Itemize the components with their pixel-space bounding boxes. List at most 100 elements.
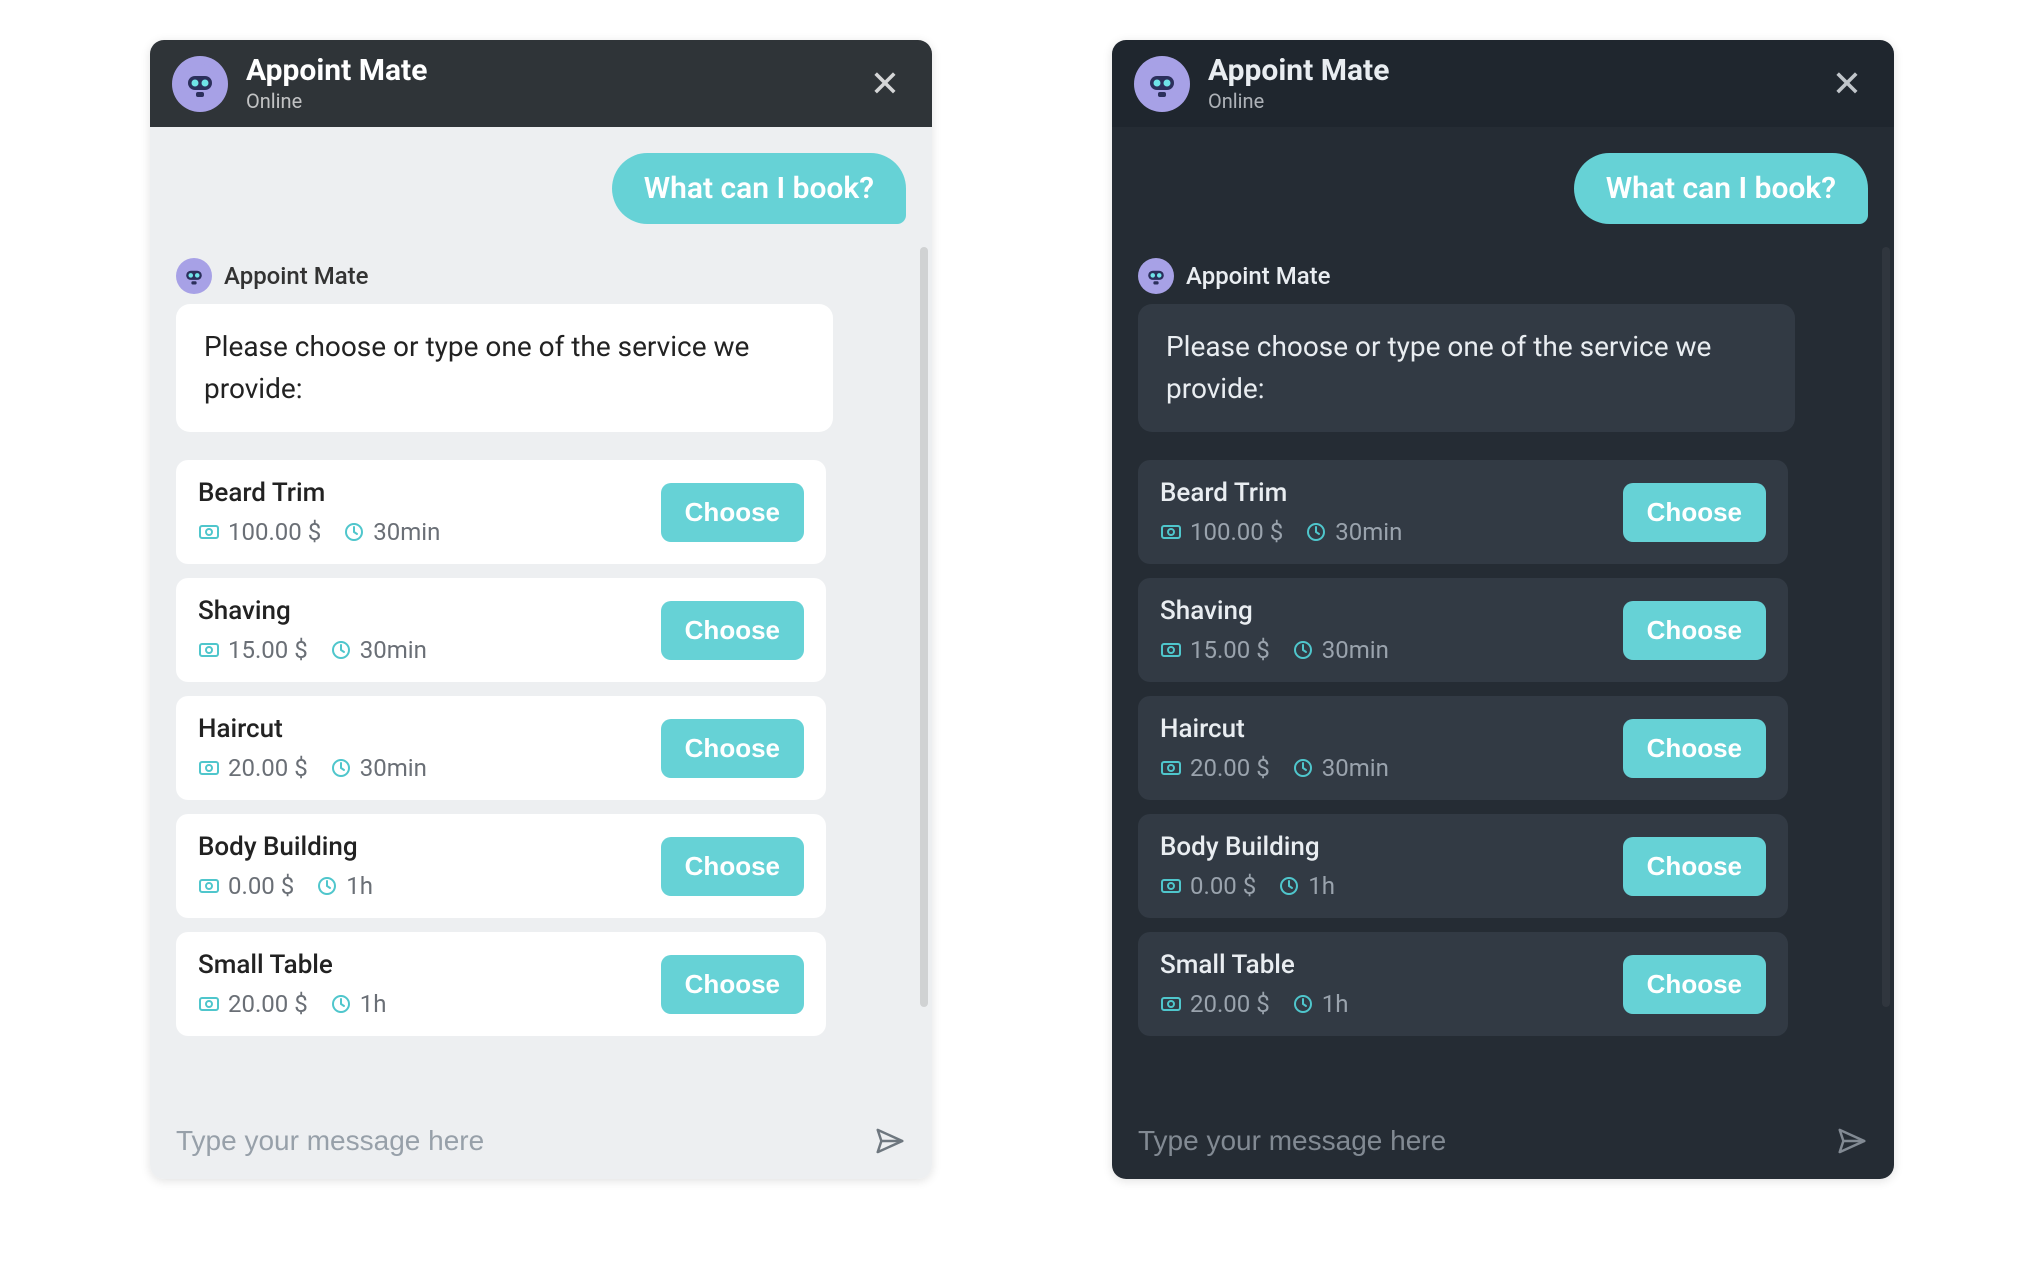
bot-name-label: Appoint Mate <box>224 262 369 290</box>
service-info: Haircut 20.00 $ 30min <box>1160 714 1623 782</box>
service-meta: 20.00 $ 30min <box>198 754 661 782</box>
message-input[interactable] <box>1138 1125 1820 1157</box>
clock-icon <box>1292 639 1314 661</box>
price-icon <box>1160 521 1182 543</box>
scrollbar[interactable] <box>1882 247 1890 1007</box>
clock-icon <box>343 521 365 543</box>
service-name: Haircut <box>1160 714 1623 744</box>
clock-icon <box>330 993 352 1015</box>
service-price: 15.00 $ <box>228 636 308 664</box>
service-card: Small Table 20.00 $ 1h Choose <box>176 932 826 1036</box>
service-info: Beard Trim 100.00 $ 30min <box>198 478 661 546</box>
service-list: Beard Trim 100.00 $ 30min Choose Shaving… <box>1138 460 1788 1036</box>
service-info: Haircut 20.00 $ 30min <box>198 714 661 782</box>
price-icon <box>198 993 220 1015</box>
service-info: Beard Trim 100.00 $ 30min <box>1160 478 1623 546</box>
chat-title: Appoint Mate <box>1208 54 1389 87</box>
price-icon <box>198 875 220 897</box>
close-icon[interactable]: ✕ <box>860 62 910 106</box>
clock-icon <box>316 875 338 897</box>
choose-button[interactable]: Choose <box>1623 601 1766 660</box>
send-icon[interactable] <box>874 1127 906 1155</box>
service-duration: 30min <box>373 518 440 546</box>
chat-footer <box>150 1107 932 1179</box>
service-name: Small Table <box>198 950 661 980</box>
service-price: 0.00 $ <box>1190 872 1256 900</box>
service-card: Beard Trim 100.00 $ 30min Choose <box>1138 460 1788 564</box>
service-meta: 0.00 $ 1h <box>1160 872 1623 900</box>
bot-message-bubble: Please choose or type one of the service… <box>176 304 833 432</box>
clock-icon <box>1292 993 1314 1015</box>
chat-body: What can I book? Appoint Mate Please cho… <box>1112 127 1894 1107</box>
scrollbar[interactable] <box>920 247 928 1007</box>
clock-icon <box>1292 757 1314 779</box>
bot-message-bubble: Please choose or type one of the service… <box>1138 304 1795 432</box>
price-icon <box>1160 875 1182 897</box>
service-name: Small Table <box>1160 950 1623 980</box>
choose-button[interactable]: Choose <box>661 601 804 660</box>
service-card: Body Building 0.00 $ 1h Choose <box>1138 814 1788 918</box>
service-meta: 100.00 $ 30min <box>1160 518 1623 546</box>
service-info: Shaving 15.00 $ 30min <box>1160 596 1623 664</box>
service-card: Shaving 15.00 $ 30min Choose <box>176 578 826 682</box>
bot-label-row: Appoint Mate <box>1138 258 1868 294</box>
chat-title: Appoint Mate <box>246 54 427 87</box>
bot-label-row: Appoint Mate <box>176 258 906 294</box>
chat-status: Online <box>246 89 427 113</box>
header-text: Appoint Mate Online <box>1208 54 1389 113</box>
chat-status: Online <box>1208 89 1389 113</box>
bot-avatar-small <box>1138 258 1174 294</box>
bot-avatar <box>1134 56 1190 112</box>
choose-button[interactable]: Choose <box>1623 837 1766 896</box>
service-duration: 1h <box>1308 872 1335 900</box>
service-price: 100.00 $ <box>228 518 321 546</box>
service-price: 20.00 $ <box>1190 754 1270 782</box>
choose-button[interactable]: Choose <box>1623 719 1766 778</box>
choose-button[interactable]: Choose <box>1623 955 1766 1014</box>
choose-button[interactable]: Choose <box>661 837 804 896</box>
price-icon <box>198 521 220 543</box>
price-icon <box>1160 993 1182 1015</box>
service-duration: 1h <box>360 990 387 1018</box>
service-info: Shaving 15.00 $ 30min <box>198 596 661 664</box>
service-name: Shaving <box>198 596 661 626</box>
send-icon[interactable] <box>1836 1127 1868 1155</box>
service-meta: 20.00 $ 1h <box>198 990 661 1018</box>
chat-footer <box>1112 1107 1894 1179</box>
chat-window-light: Appoint Mate Online ✕ What can I book? A… <box>150 40 932 1179</box>
price-icon <box>1160 639 1182 661</box>
service-price: 15.00 $ <box>1190 636 1270 664</box>
service-price: 20.00 $ <box>228 990 308 1018</box>
choose-button[interactable]: Choose <box>661 955 804 1014</box>
service-duration: 1h <box>1322 990 1349 1018</box>
price-icon <box>198 757 220 779</box>
service-list: Beard Trim 100.00 $ 30min Choose Shaving… <box>176 460 826 1036</box>
service-duration: 30min <box>360 636 427 664</box>
choose-button[interactable]: Choose <box>661 483 804 542</box>
service-meta: 15.00 $ 30min <box>198 636 661 664</box>
service-meta: 0.00 $ 1h <box>198 872 661 900</box>
message-input[interactable] <box>176 1125 858 1157</box>
service-info: Small Table 20.00 $ 1h <box>198 950 661 1018</box>
service-info: Body Building 0.00 $ 1h <box>198 832 661 900</box>
service-meta: 15.00 $ 30min <box>1160 636 1623 664</box>
service-duration: 30min <box>1322 754 1389 782</box>
choose-button[interactable]: Choose <box>1623 483 1766 542</box>
service-price: 20.00 $ <box>1190 990 1270 1018</box>
clock-icon <box>330 639 352 661</box>
service-name: Body Building <box>198 832 661 862</box>
service-name: Body Building <box>1160 832 1623 862</box>
service-duration: 30min <box>360 754 427 782</box>
user-message-bubble: What can I book? <box>612 153 906 224</box>
service-card: Small Table 20.00 $ 1h Choose <box>1138 932 1788 1036</box>
close-icon[interactable]: ✕ <box>1822 62 1872 106</box>
bot-avatar-small <box>176 258 212 294</box>
service-duration: 30min <box>1322 636 1389 664</box>
choose-button[interactable]: Choose <box>661 719 804 778</box>
chat-header: Appoint Mate Online ✕ <box>1112 40 1894 127</box>
service-price: 100.00 $ <box>1190 518 1283 546</box>
service-card: Haircut 20.00 $ 30min Choose <box>1138 696 1788 800</box>
header-text: Appoint Mate Online <box>246 54 427 113</box>
chat-body: What can I book? Appoint Mate Please cho… <box>150 127 932 1107</box>
service-price: 20.00 $ <box>228 754 308 782</box>
